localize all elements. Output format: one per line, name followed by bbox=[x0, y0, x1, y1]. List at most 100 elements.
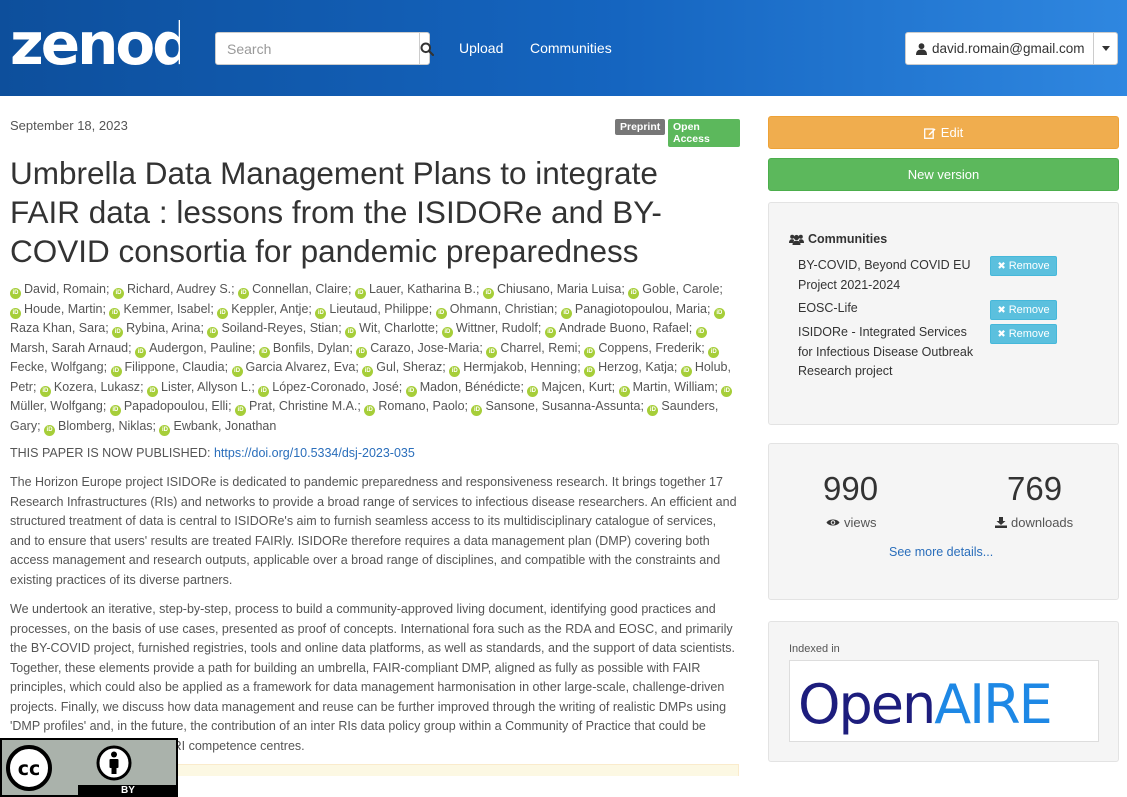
author-item[interactable]: iD Lauer, Katharina B. bbox=[354, 282, 476, 299]
author-item[interactable]: iD Panagiotopoulou, Maria bbox=[560, 302, 707, 319]
author-item[interactable]: iD Lister, Allyson L. bbox=[147, 380, 251, 397]
author-item[interactable]: iD Lieutaud, Philippe bbox=[315, 301, 429, 319]
zenodo-logo[interactable]: zenodo bbox=[10, 12, 180, 78]
author-item[interactable]: iD Gul, Sheraz bbox=[362, 360, 443, 377]
author-name: Ohmann, Christian bbox=[449, 301, 554, 316]
remove-community-bycovid-button[interactable]: ✖ Remove bbox=[990, 256, 1057, 276]
community-item-eosc-life[interactable]: EOSC-Life bbox=[798, 299, 978, 319]
author-item[interactable]: iD Goble, Carole bbox=[628, 282, 719, 299]
author-list: iD David, Romain; iD Richard, Audrey S.; i… bbox=[10, 280, 738, 436]
publication-date: September 18, 2023 bbox=[10, 118, 128, 133]
orcid-icon: iD bbox=[449, 366, 461, 377]
orcid-icon: iD bbox=[147, 385, 159, 397]
author-item[interactable]: iD Ewbank, Jonathan bbox=[159, 419, 276, 436]
user-account-button[interactable]: david.romain@gmail.com bbox=[906, 33, 1093, 64]
remove-community-eosc-life-button[interactable]: ✖ Remove bbox=[990, 300, 1057, 320]
author-name: Chiusano, Maria Luisa bbox=[496, 282, 622, 296]
author-item[interactable]: iD Rybina, Arina bbox=[112, 321, 201, 338]
author-name: Gul, Sheraz bbox=[376, 360, 443, 374]
author-item[interactable]: iD Majcen, Kurt bbox=[527, 379, 612, 397]
nav-upload[interactable]: Upload bbox=[459, 40, 503, 56]
cc-by-license-badge[interactable]: cc BY bbox=[0, 738, 178, 797]
author-name: Majcen, Kurt bbox=[541, 379, 612, 394]
search-icon bbox=[420, 42, 434, 56]
author-item[interactable]: iD Blomberg, Niklas bbox=[44, 418, 153, 436]
edit-button[interactable]: Edit bbox=[768, 116, 1119, 149]
nav-communities[interactable]: Communities bbox=[530, 40, 612, 56]
author-name: Martin, William bbox=[632, 379, 715, 394]
orcid-icon: iD bbox=[618, 385, 630, 397]
community-item-bycovid[interactable]: BY-COVID, Beyond COVID EU Project 2021-2… bbox=[798, 256, 978, 295]
author-item[interactable]: iD Kemmer, Isabel bbox=[109, 301, 211, 319]
author-item[interactable]: iD Andrade Buono, Rafael bbox=[544, 321, 689, 338]
orcid-icon: iD bbox=[207, 327, 219, 338]
remove-x-icon: ✖ bbox=[997, 260, 1006, 272]
orcid-icon: iD bbox=[110, 366, 122, 377]
author-item[interactable]: iD Hermjakob, Henning bbox=[449, 360, 577, 377]
abstract-paragraph-2: We undertook an iterative, step-by-step,… bbox=[10, 602, 735, 753]
author-item[interactable]: iD Chiusano, Maria Luisa bbox=[482, 282, 622, 299]
edit-icon bbox=[923, 127, 936, 139]
user-dropdown-toggle[interactable] bbox=[1093, 33, 1117, 64]
orcid-icon: iD bbox=[435, 307, 447, 319]
author-name: Lieutaud, Philippe bbox=[329, 301, 429, 316]
see-more-details-link[interactable]: See more details... bbox=[889, 545, 993, 559]
orcid-icon: iD bbox=[112, 327, 124, 338]
author-item[interactable]: iD Carazo, Jose-Maria bbox=[356, 341, 479, 358]
author-item[interactable]: iD Keppler, Antje bbox=[217, 302, 308, 319]
author-item[interactable]: iD Houde, Martin bbox=[10, 302, 103, 319]
author-item[interactable]: iD Martin, William bbox=[618, 379, 715, 397]
author-item[interactable]: iD Coppens, Frederik bbox=[584, 341, 701, 358]
author-name: Rybina, Arina bbox=[126, 321, 201, 335]
orcid-icon: iD bbox=[708, 346, 720, 358]
community-item-isidore[interactable]: ISIDORe - Integrated Services for Infect… bbox=[798, 323, 978, 382]
indexed-in-panel: Indexed in OpenAIRE bbox=[768, 621, 1119, 762]
author-name: Kemmer, Isabel bbox=[123, 301, 211, 316]
author-item[interactable]: iD Bonfils, Dylan bbox=[258, 341, 349, 358]
author-item[interactable]: iD Connellan, Claire bbox=[238, 282, 348, 299]
communities-panel: Communities BY-COVID, Beyond COVID EU Pr… bbox=[768, 202, 1119, 425]
author-item[interactable]: iD Madon, Bénédicte bbox=[405, 380, 521, 397]
orcid-icon: iD bbox=[44, 424, 56, 436]
openaire-logo[interactable]: OpenAIRE bbox=[789, 660, 1099, 742]
author-item[interactable]: iD López-Coronado, José bbox=[258, 379, 399, 397]
user-email: david.romain@gmail.com bbox=[932, 41, 1085, 56]
author-name: Fecke, Wolfgang bbox=[10, 360, 104, 374]
author-item[interactable]: iD Kozera, Lukasz bbox=[39, 380, 140, 397]
author-item[interactable]: iD Richard, Audrey S. bbox=[112, 282, 231, 299]
doi-link[interactable]: https://doi.org/10.5334/dsj-2023-035 bbox=[214, 446, 415, 460]
author-item[interactable]: iD Garcia Alvarez, Eva bbox=[231, 360, 355, 377]
author-name: Raza Khan, Sara bbox=[10, 321, 106, 335]
author-item[interactable]: iD Soiland-Reyes, Stian bbox=[207, 321, 338, 338]
orcid-icon: iD bbox=[258, 346, 270, 358]
search-input[interactable] bbox=[216, 33, 419, 64]
new-version-button[interactable]: New version bbox=[768, 158, 1119, 191]
remove-x-icon: ✖ bbox=[997, 304, 1006, 316]
search-button[interactable] bbox=[419, 33, 434, 64]
communities-heading: Communities bbox=[789, 232, 887, 246]
published-prefix: THIS PAPER IS NOW PUBLISHED: bbox=[10, 446, 214, 460]
author-item[interactable]: iD Wit, Charlotte bbox=[345, 321, 435, 338]
downloads-count: 769 bbox=[1007, 470, 1063, 507]
new-version-label: New version bbox=[907, 167, 980, 182]
author-item[interactable]: iD Papadopoulou, Elli bbox=[109, 399, 228, 416]
cc-text: cc bbox=[18, 758, 41, 780]
orcid-icon: iD bbox=[112, 288, 124, 299]
remove-x-icon: ✖ bbox=[997, 328, 1006, 340]
author-item[interactable]: iD Filippone, Claudia bbox=[110, 360, 225, 377]
author-item[interactable]: iD Prat, Christine M.A. bbox=[235, 399, 357, 416]
author-name: López-Coronado, José bbox=[272, 379, 399, 394]
orcid-icon: iD bbox=[486, 346, 498, 358]
author-item[interactable]: iD Sansone, Susanna-Assunta bbox=[471, 399, 640, 416]
author-item[interactable]: iD David, Romain bbox=[10, 282, 106, 299]
author-name: Blomberg, Niklas bbox=[58, 418, 153, 433]
remove-community-isidore-button[interactable]: ✖ Remove bbox=[990, 324, 1057, 344]
author-item[interactable]: iD Herzog, Katja bbox=[584, 360, 674, 377]
author-item[interactable]: iD Audergon, Pauline bbox=[135, 341, 252, 358]
author-item[interactable]: iD Ohmann, Christian bbox=[435, 301, 554, 319]
author-item[interactable]: iD Romano, Paolo bbox=[364, 399, 465, 416]
author-item[interactable]: iD Charrel, Remi bbox=[486, 341, 577, 358]
author-item[interactable]: iD Wittner, Rudolf bbox=[441, 321, 538, 338]
openaire-logo-graphic: OpenAIRE bbox=[798, 673, 1053, 736]
orcid-icon: iD bbox=[584, 346, 596, 358]
